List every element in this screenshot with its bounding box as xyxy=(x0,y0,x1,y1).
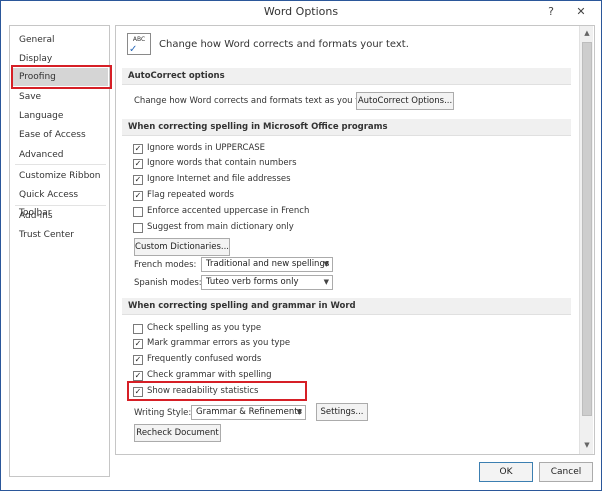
partial-exceptions-row xyxy=(122,454,571,457)
sidebar-divider xyxy=(15,205,106,206)
check-icon: ✓ xyxy=(134,175,142,184)
sidebar-item-advanced[interactable]: Advanced xyxy=(11,146,108,164)
scroll-down-icon[interactable]: ▼ xyxy=(582,440,592,450)
ok-button[interactable]: OK xyxy=(479,462,533,482)
spanish-modes-select[interactable]: Tuteo verb forms only ▼ xyxy=(201,275,333,290)
cancel-button[interactable]: Cancel xyxy=(539,462,593,482)
chevron-down-icon: ▼ xyxy=(323,260,329,268)
writing-style-select[interactable]: Grammar & Refinements ▼ xyxy=(191,405,306,420)
label-ignore-internet: Ignore Internet and file addresses xyxy=(147,174,291,184)
word-options-dialog: Word Options ? ✕ General Display Proofin… xyxy=(0,0,602,491)
close-button[interactable]: ✕ xyxy=(567,1,595,23)
check-icon: ✓ xyxy=(134,144,142,153)
checkbox-grammar-with-spelling[interactable]: ✓ xyxy=(133,371,143,381)
writing-style-label: Writing Style: xyxy=(134,408,192,418)
title-bar: Word Options ? ✕ xyxy=(1,1,601,25)
settings-button[interactable]: Settings... xyxy=(316,403,368,421)
scroll-thumb[interactable] xyxy=(582,42,592,416)
french-modes-label: French modes: xyxy=(134,260,197,270)
sidebar-item-quick-access-toolbar[interactable]: Quick Access Toolbar xyxy=(11,186,108,218)
checkbox-enforce-accented[interactable] xyxy=(133,207,143,217)
readability-highlight-annotation xyxy=(127,381,307,401)
window-title: Word Options xyxy=(263,5,339,18)
sidebar-item-customize-ribbon[interactable]: Customize Ribbon xyxy=(11,167,108,185)
recheck-document-button[interactable]: Recheck Document xyxy=(134,424,221,442)
proofing-highlight-annotation xyxy=(11,65,112,89)
chevron-down-icon: ▼ xyxy=(296,408,302,416)
label-ignore-uppercase: Ignore words in UPPERCASE xyxy=(147,143,266,153)
spanish-modes-label: Spanish modes: xyxy=(134,278,202,288)
label-confused-words: Frequently confused words xyxy=(147,354,262,364)
label-main-dictionary: Suggest from main dictionary only xyxy=(147,222,294,232)
sidebar-divider xyxy=(15,164,106,165)
french-modes-value: Traditional and new spellings xyxy=(206,259,330,269)
autocorrect-description: Change how Word corrects and formats tex… xyxy=(134,96,378,106)
label-check-spelling: Check spelling as you type xyxy=(147,323,262,333)
vertical-scrollbar[interactable]: ▲ ▼ xyxy=(579,26,593,454)
label-grammar-with-spelling: Check grammar with spelling xyxy=(147,370,272,380)
check-icon: ✓ xyxy=(134,191,142,200)
french-modes-select[interactable]: Traditional and new spellings ▼ xyxy=(201,257,333,272)
sidebar-item-add-ins[interactable]: Add-ins xyxy=(11,207,108,225)
help-button[interactable]: ? xyxy=(537,1,565,23)
checkbox-ignore-numbers[interactable]: ✓ xyxy=(133,159,143,169)
writing-style-value: Grammar & Refinements xyxy=(196,407,302,417)
scroll-up-icon[interactable]: ▲ xyxy=(582,28,592,38)
checkbox-check-spelling[interactable] xyxy=(133,324,143,334)
checkbox-flag-repeated[interactable]: ✓ xyxy=(133,191,143,201)
check-icon: ✓ xyxy=(134,371,142,380)
sidebar-item-language[interactable]: Language xyxy=(11,107,108,125)
custom-dictionaries-button[interactable]: Custom Dictionaries... xyxy=(134,238,230,256)
checkbox-ignore-internet[interactable]: ✓ xyxy=(133,175,143,185)
checkbox-confused-words[interactable]: ✓ xyxy=(133,355,143,365)
checkbox-mark-grammar[interactable]: ✓ xyxy=(133,339,143,349)
label-flag-repeated: Flag repeated words xyxy=(147,190,234,200)
check-icon: ✓ xyxy=(134,159,142,168)
checkbox-main-dictionary[interactable] xyxy=(133,223,143,233)
sidebar-item-trust-center[interactable]: Trust Center xyxy=(11,226,108,244)
label-mark-grammar: Mark grammar errors as you type xyxy=(147,338,291,348)
sidebar-item-ease-of-access[interactable]: Ease of Access xyxy=(11,126,108,144)
section-autocorrect: AutoCorrect options xyxy=(122,68,571,85)
chevron-down-icon: ▼ xyxy=(323,278,329,286)
check-icon: ✓ xyxy=(134,339,142,348)
section-spelling-word: When correcting spelling and grammar in … xyxy=(122,298,571,315)
proofing-check-icon: ✓ xyxy=(129,44,138,55)
autocorrect-options-button[interactable]: AutoCorrect Options... xyxy=(356,92,454,110)
sidebar-item-general[interactable]: General xyxy=(11,31,108,49)
section-spelling-office: When correcting spelling in Microsoft Of… xyxy=(122,119,571,136)
sidebar-item-save[interactable]: Save xyxy=(11,88,108,106)
spanish-modes-value: Tuteo verb forms only xyxy=(206,277,299,287)
label-enforce-accented: Enforce accented uppercase in French xyxy=(147,206,310,216)
label-ignore-numbers: Ignore words that contain numbers xyxy=(147,158,297,168)
page-header-text: Change how Word corrects and formats you… xyxy=(159,39,409,50)
check-icon: ✓ xyxy=(134,355,142,364)
checkbox-ignore-uppercase[interactable]: ✓ xyxy=(133,144,143,154)
